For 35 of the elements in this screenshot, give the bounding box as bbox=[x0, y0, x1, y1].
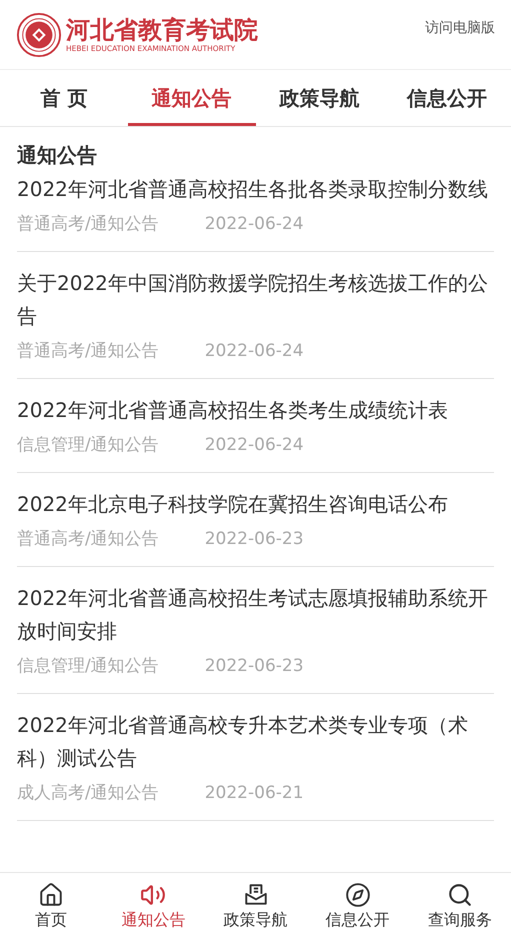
article-date: 2022-06-23 bbox=[204, 655, 304, 678]
article-date: 2022-06-23 bbox=[204, 528, 304, 551]
bottom-nav-item[interactable]: 通知公告 bbox=[102, 873, 204, 938]
article-title[interactable]: 2022年河北省普通高校招生考试志愿填报辅助系统开放时间安排 bbox=[17, 582, 494, 648]
logo-emblem-icon bbox=[16, 12, 62, 58]
bottom-nav-item[interactable]: 查询服务 bbox=[408, 873, 511, 938]
article-title[interactable]: 2022年河北省普通高校招生各类考生成绩统计表 bbox=[17, 394, 494, 427]
article-date: 2022-06-24 bbox=[204, 213, 304, 236]
article-title[interactable]: 2022年河北省普通高校专升本艺术类专业专项（术科）测试公告 bbox=[17, 709, 494, 775]
article-category: 普通高考/通知公告 bbox=[17, 213, 159, 236]
inbox-icon bbox=[242, 882, 268, 908]
article-category: 信息管理/通知公告 bbox=[17, 655, 159, 678]
nav-tab[interactable]: 信息公开 bbox=[383, 70, 511, 126]
article-title[interactable]: 关于2022年中国消防救援学院招生考核选拔工作的公告 bbox=[17, 267, 494, 333]
desktop-version-link[interactable]: 访问电脑版 bbox=[425, 18, 495, 39]
nav-tab[interactable]: 通知公告 bbox=[128, 70, 256, 126]
article-date: 2022-06-24 bbox=[204, 434, 304, 457]
bottom-nav-item[interactable]: 政策导航 bbox=[204, 873, 307, 938]
article-title[interactable]: 2022年北京电子科技学院在冀招生咨询电话公布 bbox=[17, 488, 494, 521]
article-title[interactable]: 2022年河北省普通高校招生各批各类录取控制分数线 bbox=[17, 173, 494, 206]
compass-icon bbox=[344, 882, 371, 908]
nav-tab[interactable]: 首 页 bbox=[0, 70, 128, 126]
article-date: 2022-06-24 bbox=[204, 340, 304, 363]
article-category: 信息管理/通知公告 bbox=[17, 434, 159, 457]
article-category: 普通高考/通知公告 bbox=[17, 340, 159, 363]
article-category: 成人高考/通知公告 bbox=[17, 782, 159, 805]
nav-tab[interactable]: 政策导航 bbox=[256, 70, 384, 126]
bottom-nav-item[interactable]: 首页 bbox=[0, 873, 102, 938]
home-icon bbox=[38, 882, 64, 908]
search-icon bbox=[446, 882, 473, 908]
logo-title: 河北省教育考试院 bbox=[66, 16, 258, 44]
bottom-nav-item[interactable]: 信息公开 bbox=[306, 873, 409, 938]
article-category: 普通高考/通知公告 bbox=[17, 528, 159, 551]
article-date: 2022-06-21 bbox=[204, 782, 304, 805]
section-title: 通知公告 bbox=[17, 142, 98, 169]
